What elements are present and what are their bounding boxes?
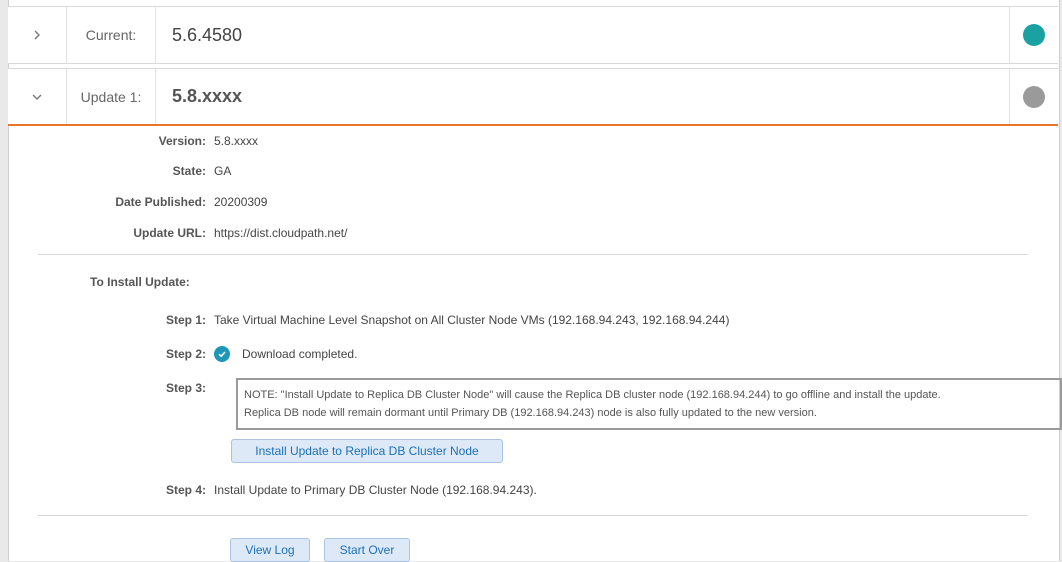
chevron-right-icon[interactable] (8, 7, 66, 63)
step-2-label: Step 2: (165, 347, 206, 361)
date-published-label: Date Published: (115, 195, 206, 209)
current-label: Current: (66, 7, 156, 63)
version-label: Version: (158, 134, 206, 148)
check-circle-icon (214, 346, 230, 362)
step-4-text: Install Update to Primary DB Cluster Nod… (214, 483, 537, 497)
update-url-value: https://dist.cloudpath.net/ (214, 226, 348, 240)
status-indicator-update (1023, 85, 1045, 108)
version-value: 5.8.xxxx (214, 134, 259, 148)
state-field: State: GA (8, 164, 232, 178)
version-field: Version: 5.8.xxxx (8, 134, 258, 148)
status-indicator-current (1023, 24, 1045, 46)
current-status-cell (1009, 7, 1058, 63)
step-3-label: Step 3: (165, 381, 206, 395)
chevron-down-icon[interactable] (8, 69, 66, 124)
step-2-text: Download completed. (242, 347, 358, 361)
current-version-value: 5.6.4580 (172, 24, 243, 45)
divider (38, 254, 1028, 255)
view-log-button[interactable]: View Log (230, 538, 310, 562)
current-version-row[interactable]: Current: 5.6.4580 (8, 6, 1058, 64)
start-over-button[interactable]: Start Over (324, 538, 410, 562)
step-2: Step 2: Download completed. (8, 346, 357, 362)
step-1-label: Step 1: (165, 313, 206, 327)
state-label: State: (172, 164, 206, 178)
step-4: Step 4: Install Update to Primary DB Clu… (8, 483, 537, 497)
date-published-field: Date Published: 20200309 (8, 195, 267, 209)
step-1-text: Take Virtual Machine Level Snapshot on A… (214, 313, 730, 327)
state-value: GA (214, 164, 232, 178)
update-url-field: Update URL: https://dist.cloudpath.net/ (8, 226, 347, 240)
replica-note: NOTE: "Install Update to Replica DB Clus… (236, 378, 1062, 430)
update-label: Update 1: (66, 69, 156, 124)
update-version-value: 5.8.xxxx (172, 86, 243, 106)
update-1-row[interactable]: Update 1: 5.8.xxxx (8, 68, 1058, 126)
install-replica-button[interactable]: Install Update to Replica DB Cluster Nod… (231, 439, 503, 463)
update-status-cell (1009, 69, 1058, 124)
update-url-label: Update URL: (133, 226, 206, 240)
step-3: Step 3: (8, 381, 214, 395)
divider-bottom (38, 515, 1028, 516)
step-1: Step 1: Take Virtual Machine Level Snaps… (8, 313, 729, 327)
install-section-title: To Install Update: (90, 275, 190, 289)
date-published-value: 20200309 (214, 195, 268, 209)
note-line-2: Replica DB node will remain dormant unti… (244, 407, 817, 419)
note-line-1: NOTE: "Install Update to Replica DB Clus… (244, 389, 941, 401)
step-4-label: Step 4: (165, 483, 206, 497)
